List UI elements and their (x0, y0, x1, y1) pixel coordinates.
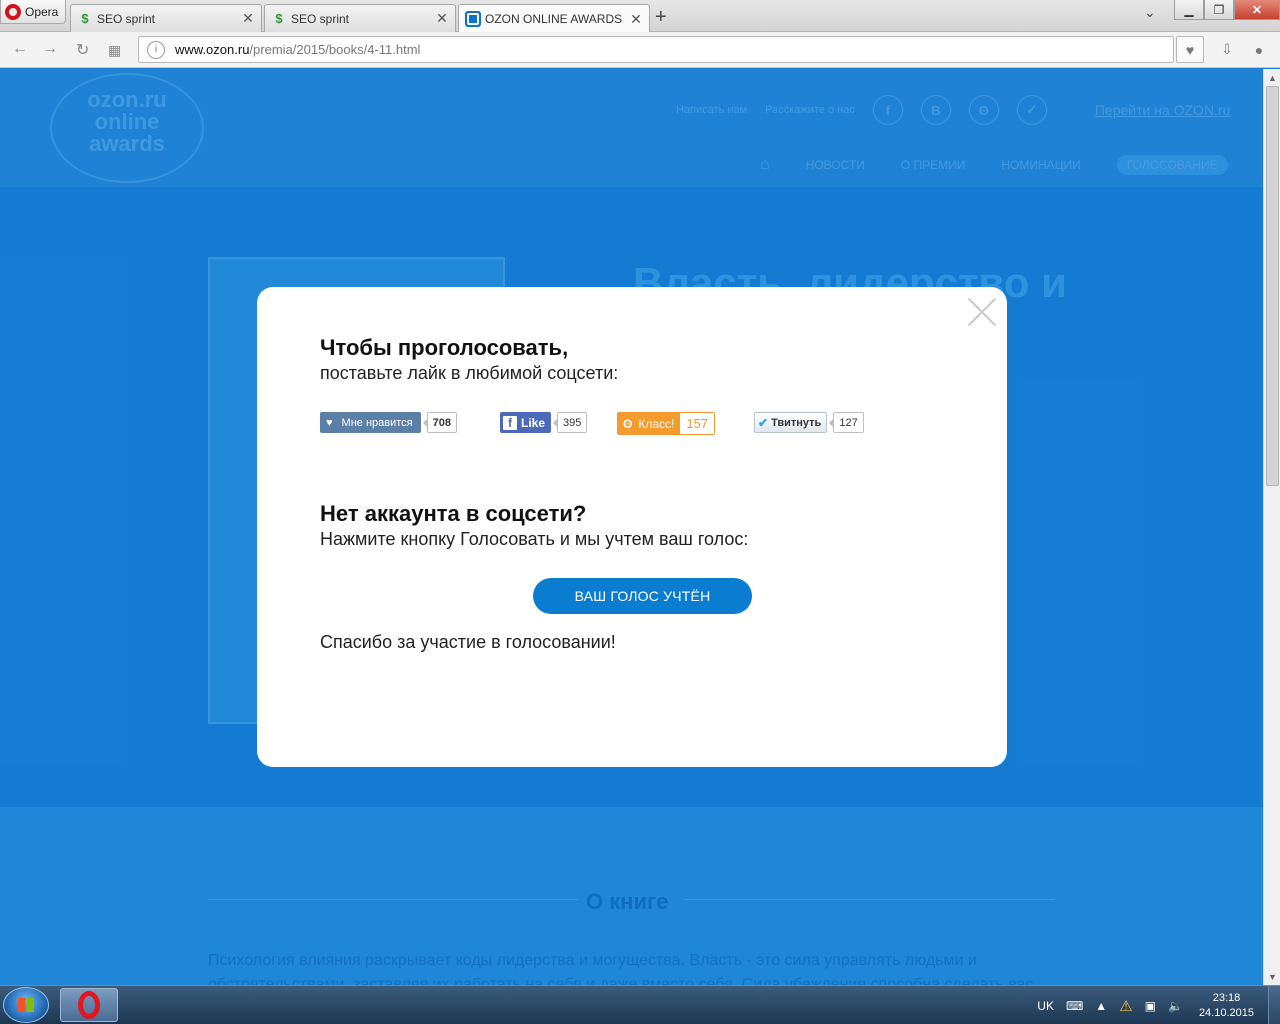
ok-class-button[interactable]: ʘ Класс! 157 (617, 412, 716, 435)
clock-date: 24.10.2015 (1198, 1006, 1254, 1019)
forward-icon[interactable]: → (42, 40, 58, 58)
volume-icon[interactable]: 🔈 (1168, 999, 1183, 1013)
clock[interactable]: 23:18 24.10.2015 (1199, 991, 1254, 1021)
vk-like-widget: ♥ Мне нравится 708 (320, 412, 457, 433)
back-icon[interactable]: ← (12, 40, 28, 58)
warning-icon[interactable]: ⚠ (1119, 997, 1132, 1015)
scroll-down-icon[interactable]: ▼ (1264, 968, 1280, 985)
ok-class-label: Класс! (638, 416, 675, 431)
keyboard-icon[interactable]: ⌨ (1066, 999, 1083, 1013)
twitter-bird-icon: ✔ (758, 415, 769, 430)
new-tab-button[interactable]: + (655, 6, 667, 29)
vote-button[interactable]: ВАШ ГОЛОС УЧТЁН (533, 578, 752, 614)
ok-class-label-box: ʘ Класс! (618, 413, 681, 434)
site-info-icon[interactable]: i (147, 40, 165, 59)
browser-tab-bar: Opera $ SEO sprint ✕ $ SEO sprint ✕ OZON… (0, 0, 1280, 33)
fb-like-button[interactable]: f Like (500, 412, 552, 433)
close-tab-icon[interactable]: ✕ (629, 11, 643, 28)
odnoklassniki-icon: ʘ (623, 416, 633, 431)
network-icon[interactable]: ▣ (1145, 999, 1156, 1013)
reload-icon[interactable]: ↻ (76, 40, 89, 60)
twitter-widget: ✔ Твитнуть 127 (754, 412, 864, 433)
modal-subtitle-vote: Нажмите кнопку Голосовать и мы учтем ваш… (320, 529, 749, 549)
fb-like-label: Like (521, 415, 546, 430)
modal-close-icon[interactable] (967, 293, 997, 323)
vk-like-label: Мне нравится (341, 416, 413, 429)
modal-subtitle-like: поставьте лайк в любимой соцсети: (320, 363, 619, 383)
opera-logo-icon (78, 991, 100, 1019)
tweet-count: 127 (829, 412, 864, 433)
ok-class-count: 157 (680, 413, 715, 434)
speed-dial-icon[interactable]: ▦ (108, 42, 121, 59)
thanks-message: Спасибо за участие в голосовании! (320, 632, 616, 652)
seo-sprint-icon: $ (275, 11, 283, 26)
fb-like-count: 395 (552, 412, 588, 433)
show-hidden-icons-icon[interactable]: ▲ (1095, 999, 1107, 1013)
url-text: www.ozon.ru/premia/2015/books/4-11.html (175, 42, 420, 57)
bookmark-heart-icon[interactable]: ♥ (1176, 36, 1204, 63)
heart-icon: ♥ (326, 416, 333, 429)
modal-heading-no-account: Нет аккаунта в соцсети? (320, 501, 587, 526)
windows-taskbar: UK ⌨ ▲ ⚠ ▣ 🔈 23:18 24.10.2015 (0, 985, 1280, 1024)
tab-title: OZON ONLINE AWARDS (485, 12, 623, 26)
ok-class-widget: ʘ Класс! 157 (617, 412, 716, 435)
download-icon[interactable]: ⇩ (1213, 36, 1241, 63)
show-desktop-button[interactable] (1268, 986, 1280, 1024)
system-tray: UK ⌨ ▲ ⚠ ▣ 🔈 23:18 24.10.2015 (1031, 986, 1280, 1024)
minimize-icon[interactable]: ▁ (1174, 0, 1204, 20)
tab-seo-sprint-1[interactable]: $ SEO sprint ✕ (70, 4, 262, 32)
start-button[interactable] (3, 987, 49, 1023)
screen: Opera $ SEO sprint ✕ $ SEO sprint ✕ OZON… (0, 0, 1280, 1024)
tab-title: SEO sprint (97, 11, 156, 26)
tab-ozon-awards[interactable]: OZON ONLINE AWARDS ✕ (458, 4, 650, 33)
opera-menu-button[interactable]: Opera (0, 0, 66, 24)
address-toolbar: ← → ↻ ▦ i www.ozon.ru/premia/2015/books/… (0, 32, 1280, 68)
tweet-button[interactable]: ✔ Твитнуть (754, 412, 828, 433)
tab-list-icon[interactable]: ⌄ (1144, 4, 1156, 21)
fb-like-widget: f Like 395 (500, 412, 588, 433)
url-host: www.ozon.ru (175, 42, 250, 57)
scroll-thumb[interactable] (1266, 86, 1279, 486)
opera-menu-label: Opera (25, 4, 59, 19)
opera-logo-icon (5, 3, 21, 20)
window-close-icon[interactable]: ✕ (1234, 0, 1280, 20)
close-tab-icon[interactable]: ✕ (435, 10, 449, 27)
url-field[interactable]: i www.ozon.ru/premia/2015/books/4-11.htm… (138, 36, 1174, 63)
language-indicator[interactable]: UK (1037, 999, 1054, 1013)
window-controls: ▁ ❐ ✕ (1174, 0, 1280, 20)
vk-like-count: 708 (422, 412, 457, 433)
tab-title: SEO sprint (291, 11, 350, 26)
vk-like-button[interactable]: ♥ Мне нравится (320, 412, 421, 433)
url-path: /premia/2015/books/4-11.html (249, 42, 421, 57)
scroll-up-icon[interactable]: ▲ (1264, 69, 1280, 86)
page-scrollbar[interactable]: ▲ ▼ (1263, 69, 1280, 985)
taskbar-opera[interactable] (60, 988, 118, 1022)
restore-icon[interactable]: ❐ (1204, 0, 1234, 20)
vote-modal: Чтобы проголосовать, поставьте лайк в лю… (257, 287, 1007, 767)
clock-time: 23:18 (1212, 991, 1241, 1004)
facebook-icon: f (503, 415, 517, 430)
tweet-label: Твитнуть (771, 416, 822, 429)
seo-sprint-icon: $ (81, 11, 89, 26)
close-tab-icon[interactable]: ✕ (241, 10, 255, 27)
account-icon[interactable]: ● (1245, 36, 1273, 63)
ozon-icon (465, 11, 481, 27)
modal-heading-vote: Чтобы проголосовать, (320, 335, 569, 360)
tab-seo-sprint-2[interactable]: $ SEO sprint ✕ (264, 4, 456, 32)
